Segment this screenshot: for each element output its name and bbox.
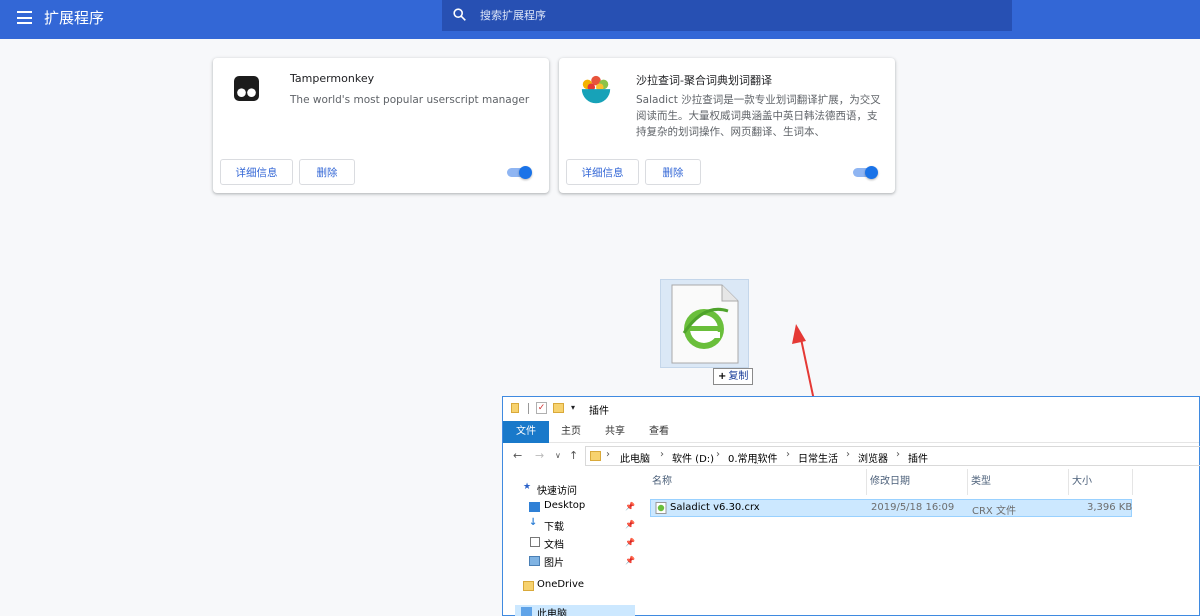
tab-view[interactable]: 查看 bbox=[637, 421, 681, 443]
page-title: 扩展程序 bbox=[44, 9, 105, 27]
extension-card-saladict: 沙拉查词-聚合词典划词翻译 Saladict 沙拉查词是一款专业划词翻译扩展，为… bbox=[559, 58, 895, 193]
details-button[interactable]: 详细信息 bbox=[566, 159, 639, 185]
folder-icon bbox=[523, 581, 534, 591]
computer-icon bbox=[521, 607, 532, 616]
nav-this-pc[interactable]: 此电脑 bbox=[537, 605, 567, 616]
ribbon-tabs: 文件 主页 共享 查看 bbox=[503, 421, 1199, 443]
breadcrumb-item[interactable]: 插件 bbox=[908, 450, 928, 465]
nav-quick-access[interactable]: 快速访问 bbox=[537, 482, 577, 497]
extension-name: 沙拉查词-聚合词典划词翻译 bbox=[636, 74, 772, 87]
up-icon[interactable]: ↑ bbox=[569, 449, 578, 462]
recent-chevron-icon[interactable]: ∨ bbox=[555, 451, 561, 460]
tampermonkey-icon bbox=[234, 76, 259, 101]
hamburger-menu-icon[interactable] bbox=[17, 11, 32, 24]
breadcrumb-item[interactable]: 软件 (D:) bbox=[672, 450, 714, 465]
pin-icon: 📌 bbox=[625, 556, 635, 565]
pictures-icon bbox=[529, 556, 540, 566]
tab-home[interactable]: 主页 bbox=[549, 421, 593, 443]
download-icon: ↓ bbox=[529, 517, 538, 528]
extension-name: Tampermonkey bbox=[290, 72, 375, 85]
extension-description: The world's most popular userscript mana… bbox=[290, 94, 530, 106]
nav-item-desktop[interactable]: Desktop bbox=[544, 500, 585, 511]
nav-onedrive[interactable]: OneDrive bbox=[537, 579, 584, 590]
address-bar[interactable]: › 此电脑 › 软件 (D:) › 0.常用软件 › 日常生活 › 浏览器 › … bbox=[585, 446, 1200, 466]
search-icon bbox=[453, 8, 466, 21]
file-list: ⌃ 名称 修改日期 类型 大小 Saladict v6.30.crx 2019/… bbox=[649, 461, 1200, 616]
explorer-titlebar: ✓ ▾ 插件 bbox=[503, 397, 1199, 421]
search-box[interactable] bbox=[442, 0, 1012, 31]
nav-item-downloads[interactable]: 下载 bbox=[544, 518, 564, 533]
breadcrumb-item[interactable]: 此电脑 bbox=[620, 450, 650, 465]
separator bbox=[528, 403, 529, 414]
copy-badge: + 复制 bbox=[713, 368, 754, 385]
breadcrumb-separator: › bbox=[716, 449, 720, 460]
tab-share[interactable]: 共享 bbox=[593, 421, 637, 443]
breadcrumb-item[interactable]: 日常生活 bbox=[798, 450, 838, 465]
breadcrumb-separator: › bbox=[896, 449, 900, 460]
forward-icon[interactable]: → bbox=[535, 449, 544, 462]
back-icon[interactable]: ← bbox=[513, 449, 522, 462]
window-title: 插件 bbox=[589, 406, 609, 417]
search-input[interactable] bbox=[480, 0, 1000, 31]
column-type[interactable]: 类型 bbox=[968, 469, 1069, 495]
folder-icon bbox=[590, 451, 601, 461]
remove-button[interactable]: 删除 bbox=[299, 159, 355, 185]
top-bar: 扩展程序 bbox=[0, 0, 1200, 39]
file-modified: 2019/5/18 16:09 bbox=[871, 502, 955, 513]
breadcrumb-separator: › bbox=[846, 449, 850, 460]
file-name: Saladict v6.30.crx bbox=[670, 502, 760, 513]
remove-button[interactable]: 删除 bbox=[645, 159, 701, 185]
table-row[interactable]: Saladict v6.30.crx 2019/5/18 16:09 CRX 文… bbox=[650, 499, 1132, 517]
chevron-down-icon[interactable]: ▾ bbox=[571, 403, 575, 412]
pin-icon: 📌 bbox=[625, 502, 635, 511]
dragged-file[interactable] bbox=[660, 279, 749, 368]
extension-card-tampermonkey: Tampermonkey The world's most popular us… bbox=[213, 58, 549, 193]
document-icon bbox=[530, 537, 540, 547]
extension-description: Saladict 沙拉查词是一款专业划词翻译扩展，为交叉阅读而生。大量权威词典涵… bbox=[636, 94, 881, 138]
nav-selection bbox=[515, 605, 635, 616]
nav-item-pictures[interactable]: 图片 bbox=[544, 554, 564, 569]
crx-file-icon bbox=[655, 502, 667, 514]
pin-icon: 📌 bbox=[625, 538, 635, 547]
column-name[interactable]: 名称 bbox=[649, 469, 867, 495]
breadcrumb-item[interactable]: 浏览器 bbox=[858, 450, 888, 465]
properties-icon[interactable]: ✓ bbox=[536, 402, 547, 414]
file-size: 3,396 KB bbox=[1087, 502, 1133, 513]
address-row: ← → ∨ ↑ › 此电脑 › 软件 (D:) › 0.常用软件 › 日常生活 … bbox=[503, 443, 1200, 469]
tab-file[interactable]: 文件 bbox=[503, 421, 549, 443]
column-size[interactable]: 大小 bbox=[1069, 469, 1133, 495]
details-button[interactable]: 详细信息 bbox=[220, 159, 293, 185]
breadcrumb-separator: › bbox=[786, 449, 790, 460]
file-type: CRX 文件 bbox=[972, 506, 1016, 517]
saladict-icon bbox=[581, 75, 611, 104]
enable-toggle[interactable] bbox=[507, 166, 532, 179]
crx-file-icon bbox=[671, 284, 739, 364]
enable-toggle[interactable] bbox=[853, 166, 878, 179]
breadcrumb-separator: › bbox=[606, 449, 610, 460]
folder-icon bbox=[511, 403, 519, 413]
navigation-pane: ★ 快速访问 Desktop 📌 ↓ 下载 📌 文档 📌 图片 📌 OneDri… bbox=[503, 469, 635, 616]
breadcrumb-separator: › bbox=[660, 449, 664, 460]
pin-icon: 📌 bbox=[625, 520, 635, 529]
new-folder-icon[interactable] bbox=[553, 403, 564, 413]
file-explorer-window: ✓ ▾ 插件 文件 主页 共享 查看 ← → ∨ ↑ › 此电脑 › 软件 (D… bbox=[502, 396, 1200, 616]
column-modified[interactable]: 修改日期 bbox=[867, 469, 968, 495]
desktop-icon bbox=[529, 502, 540, 512]
star-icon: ★ bbox=[523, 482, 532, 492]
nav-item-documents[interactable]: 文档 bbox=[544, 536, 564, 551]
